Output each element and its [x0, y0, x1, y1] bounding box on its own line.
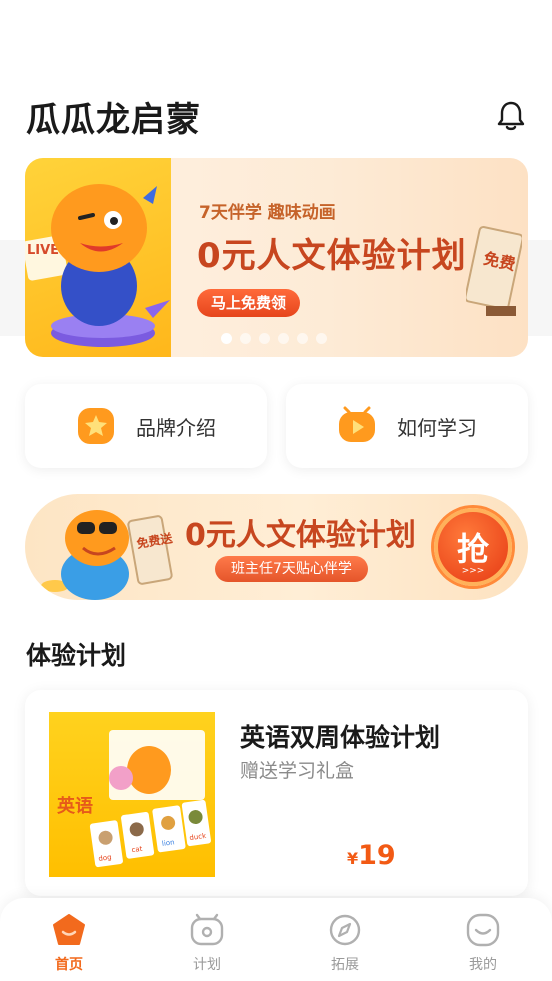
tab-plan[interactable]: 计划: [138, 898, 276, 981]
card-word: cat: [131, 845, 143, 854]
plan-price: ¥19: [347, 840, 396, 871]
tab-home[interactable]: 首页: [0, 898, 138, 981]
grab-arrows: >>>: [461, 566, 485, 576]
tv-icon: [190, 913, 224, 946]
brand-intro-button[interactable]: 品牌介绍: [25, 384, 267, 468]
bottom-tab-bar: 首页 计划 拓展 我的: [0, 898, 552, 981]
free-claim-button[interactable]: 马上免费领: [197, 289, 301, 317]
currency-symbol: ¥: [347, 849, 359, 868]
dino-mascot-illustration: LIVE: [25, 158, 171, 357]
star-badge-icon: [78, 408, 114, 444]
banner-title: 0元人文体验计划: [197, 236, 467, 276]
tab-home-label: 首页: [55, 957, 83, 973]
plan-gift-note: 赠送学习礼盒: [240, 760, 355, 782]
bell-icon[interactable]: [494, 99, 528, 133]
english-gift-box-image: 英语 dog cat lion duck: [49, 712, 215, 877]
banner-subtitle: 7天伴学 趣味动画: [199, 203, 336, 223]
tab-plan-label: 计划: [193, 957, 221, 973]
plan-card[interactable]: 英语 dog cat lion duck 英语双周体验计划 赠送学习礼盒 ¥19: [25, 690, 528, 896]
section-title: 体验计划: [26, 641, 127, 670]
carousel-dot-active[interactable]: [221, 333, 232, 344]
promo-subtitle: 班主任7天贴心伴学: [215, 556, 368, 582]
tab-explore[interactable]: 拓展: [276, 898, 414, 981]
how-to-learn-button[interactable]: 如何学习: [286, 384, 528, 468]
promo-title: 0元人文体验计划: [185, 518, 416, 553]
carousel-indicator: [221, 333, 327, 344]
quick-entry-row: 品牌介绍 如何学习: [25, 384, 528, 468]
play-tv-icon: [339, 406, 375, 442]
tab-explore-label: 拓展: [331, 957, 359, 973]
brand-intro-label: 品牌介绍: [136, 415, 216, 440]
price-value: 19: [358, 840, 396, 871]
smile-icon: [466, 913, 500, 947]
promo-dino-illustration: 免费送: [41, 510, 174, 600]
how-to-learn-label: 如何学习: [397, 415, 477, 440]
grab-button[interactable]: 抢 >>>: [434, 508, 512, 586]
compass-icon: [329, 914, 361, 946]
box-label: 英语: [56, 795, 93, 817]
tab-profile[interactable]: 我的: [414, 898, 552, 981]
carousel-dot[interactable]: [316, 333, 327, 344]
hero-banner[interactable]: LIVE 7天伴学 趣味动画 0元人文体验计划 马上免费领 免费: [25, 158, 528, 357]
header: 瓜瓜龙启蒙: [26, 92, 528, 140]
page-title: 瓜瓜龙启蒙: [26, 99, 201, 140]
carousel-dot[interactable]: [278, 333, 289, 344]
promo-banner[interactable]: 免费送 0元人文体验计划 班主任7天贴心伴学 抢 >>>: [25, 494, 528, 600]
tab-profile-label: 我的: [469, 957, 497, 973]
plan-name: 英语双周体验计划: [240, 723, 441, 752]
scroll-decoration: 免费: [466, 226, 522, 316]
carousel-dot[interactable]: [240, 333, 251, 344]
live-sign: LIVE: [27, 243, 59, 258]
carousel-dot[interactable]: [259, 333, 270, 344]
carousel-dot[interactable]: [297, 333, 308, 344]
grab-label: 抢: [456, 530, 489, 568]
home-icon: [53, 914, 85, 945]
